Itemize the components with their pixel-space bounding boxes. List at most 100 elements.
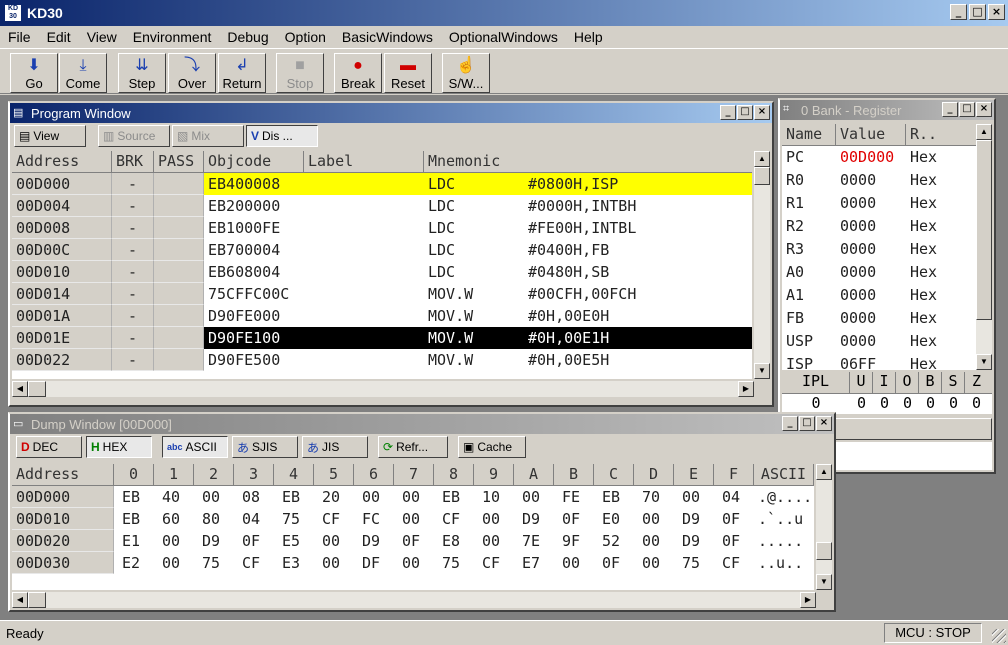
dump-byte-cell[interactable]: 0F: [594, 552, 634, 574]
flag-i-value[interactable]: 0: [873, 394, 896, 414]
table-row[interactable]: 00D01A - D90FE000 MOV.W #0H,00E0H: [12, 305, 752, 327]
dump-byte-cell[interactable]: 75: [274, 508, 314, 530]
dump-byte-cell[interactable]: 00: [554, 552, 594, 574]
cache-button[interactable]: ▣ Cache: [458, 436, 526, 458]
dump-close-button[interactable]: ×: [816, 416, 832, 431]
mix-button[interactable]: ▧ Mix: [172, 125, 244, 147]
register-close-button[interactable]: ×: [976, 102, 992, 117]
pass-cell[interactable]: [154, 327, 204, 349]
dump-byte-cell[interactable]: 04: [234, 508, 274, 530]
table-row[interactable]: 00D004- EB200000 LDC #0000H,INTBH: [12, 195, 752, 217]
program-maximize-button[interactable]: □: [737, 105, 753, 120]
scroll-down-arrow-icon[interactable]: ▼: [816, 574, 832, 590]
table-row[interactable]: 00D014- 75CFFC00C MOV.W #00CFH,00FCH: [12, 283, 752, 305]
table-row[interactable]: 00D000- EB400008 LDC #0800H,ISP: [12, 173, 752, 195]
brk-cell[interactable]: -: [112, 327, 154, 349]
col-radix-header[interactable]: R..: [906, 124, 976, 146]
dump-byte-cell[interactable]: E8: [434, 530, 474, 552]
dump-byte-cell[interactable]: 00: [154, 552, 194, 574]
dump-byte-cell[interactable]: 9F: [554, 530, 594, 552]
pass-cell[interactable]: [154, 217, 204, 239]
dump-byte-cell[interactable]: CF: [314, 508, 354, 530]
reset-button[interactable]: ▬ Reset: [384, 53, 432, 93]
dump-byte-cell[interactable]: CF: [434, 508, 474, 530]
dump-byte-cell[interactable]: 00: [394, 552, 434, 574]
scroll-down-arrow-icon[interactable]: ▼: [976, 354, 992, 370]
maximize-button[interactable]: □: [969, 4, 986, 20]
dump-minimize-button[interactable]: _: [782, 416, 798, 431]
col-name-header[interactable]: Name: [782, 124, 836, 146]
register-value[interactable]: 0000: [836, 238, 906, 261]
dump-byte-cell[interactable]: D9: [194, 530, 234, 552]
dump-byte-cell[interactable]: 0F: [554, 508, 594, 530]
dump-byte-cell[interactable]: CF: [234, 552, 274, 574]
brk-cell[interactable]: -: [112, 349, 154, 371]
dump-ascii-cell[interactable]: .....: [754, 530, 814, 552]
register-value[interactable]: 0000: [836, 284, 906, 307]
scroll-up-arrow-icon[interactable]: ▲: [754, 151, 770, 167]
col-address-header[interactable]: Address: [12, 151, 112, 173]
dump-byte-cell[interactable]: 00: [194, 486, 234, 508]
dump-vscroll[interactable]: ▲ ▼: [816, 464, 832, 590]
dump-byte-cell[interactable]: 04: [714, 486, 754, 508]
col-value-header[interactable]: Value: [836, 124, 906, 146]
dump-hscroll-thumb[interactable]: [28, 592, 46, 608]
view-button[interactable]: ▤ View: [14, 125, 86, 147]
dump-ascii-cell[interactable]: .`..u: [754, 508, 814, 530]
register-row[interactable]: PC 00D000 Hex: [782, 146, 976, 169]
dump-byte-cell[interactable]: 0F: [714, 530, 754, 552]
ascii-button[interactable]: abc ASCII: [162, 436, 228, 458]
resize-grip-icon[interactable]: [992, 629, 1006, 643]
sw-button[interactable]: ☝ S/W...: [442, 53, 490, 93]
program-minimize-button[interactable]: _: [720, 105, 736, 120]
dump-byte-cell[interactable]: D9: [514, 508, 554, 530]
program-hscroll[interactable]: ◀ ▶: [12, 381, 754, 397]
dump-byte-cell[interactable]: E3: [274, 552, 314, 574]
sjis-button[interactable]: あ SJIS: [232, 436, 298, 458]
flag-s-value[interactable]: 0: [942, 394, 965, 414]
dump-byte-cell[interactable]: 00: [514, 486, 554, 508]
flag-u-value[interactable]: 0: [850, 394, 873, 414]
register-value[interactable]: 0000: [836, 261, 906, 284]
hex-button[interactable]: H HEX: [86, 436, 152, 458]
col-mnemonic-header[interactable]: Mnemonic: [424, 151, 752, 173]
dump-byte-cell[interactable]: FC: [354, 508, 394, 530]
flag-z-value[interactable]: 0: [965, 394, 988, 414]
register-maximize-button[interactable]: □: [959, 102, 975, 117]
menu-help[interactable]: Help: [566, 29, 611, 45]
register-row[interactable]: A0 0000 Hex: [782, 261, 976, 284]
pass-cell[interactable]: [154, 195, 204, 217]
table-row[interactable]: 00D010- EB608004 LDC #0480H,SB: [12, 261, 752, 283]
table-row[interactable]: 00D00C - EB700004 LDC #0400H,FB: [12, 239, 752, 261]
dump-byte-cell[interactable]: E1: [114, 530, 154, 552]
flag-ipl-value[interactable]: 0: [782, 394, 850, 414]
menu-edit[interactable]: Edit: [39, 29, 79, 45]
brk-cell[interactable]: -: [112, 261, 154, 283]
dump-byte-cell[interactable]: 40: [154, 486, 194, 508]
dump-byte-cell[interactable]: 00: [634, 552, 674, 574]
register-value[interactable]: 0000: [836, 330, 906, 353]
brk-cell[interactable]: -: [112, 239, 154, 261]
register-value[interactable]: 0000: [836, 307, 906, 330]
dump-maximize-button[interactable]: □: [799, 416, 815, 431]
dump-byte-cell[interactable]: CF: [714, 552, 754, 574]
program-vscroll-thumb[interactable]: [754, 167, 770, 185]
menu-view[interactable]: View: [79, 29, 125, 45]
dump-byte-cell[interactable]: 70: [634, 486, 674, 508]
break-button[interactable]: ● Break: [334, 53, 382, 93]
menu-file[interactable]: File: [0, 29, 39, 45]
dump-byte-cell[interactable]: 10: [474, 486, 514, 508]
col-pass-header[interactable]: PASS: [154, 151, 204, 173]
register-row[interactable]: R3 0000 Hex: [782, 238, 976, 261]
scroll-up-arrow-icon[interactable]: ▲: [816, 464, 832, 480]
register-row[interactable]: A1 0000 Hex: [782, 284, 976, 307]
dump-byte-cell[interactable]: D9: [674, 530, 714, 552]
dump-byte-cell[interactable]: 75: [674, 552, 714, 574]
come-button[interactable]: ⤓ Come: [59, 53, 107, 93]
dump-byte-cell[interactable]: D9: [354, 530, 394, 552]
dump-byte-cell[interactable]: 75: [194, 552, 234, 574]
menu-debug[interactable]: Debug: [219, 29, 276, 45]
pass-cell[interactable]: [154, 239, 204, 261]
col-objcode-header[interactable]: Objcode: [204, 151, 304, 173]
refresh-button[interactable]: ⟳ Refr...: [378, 436, 448, 458]
